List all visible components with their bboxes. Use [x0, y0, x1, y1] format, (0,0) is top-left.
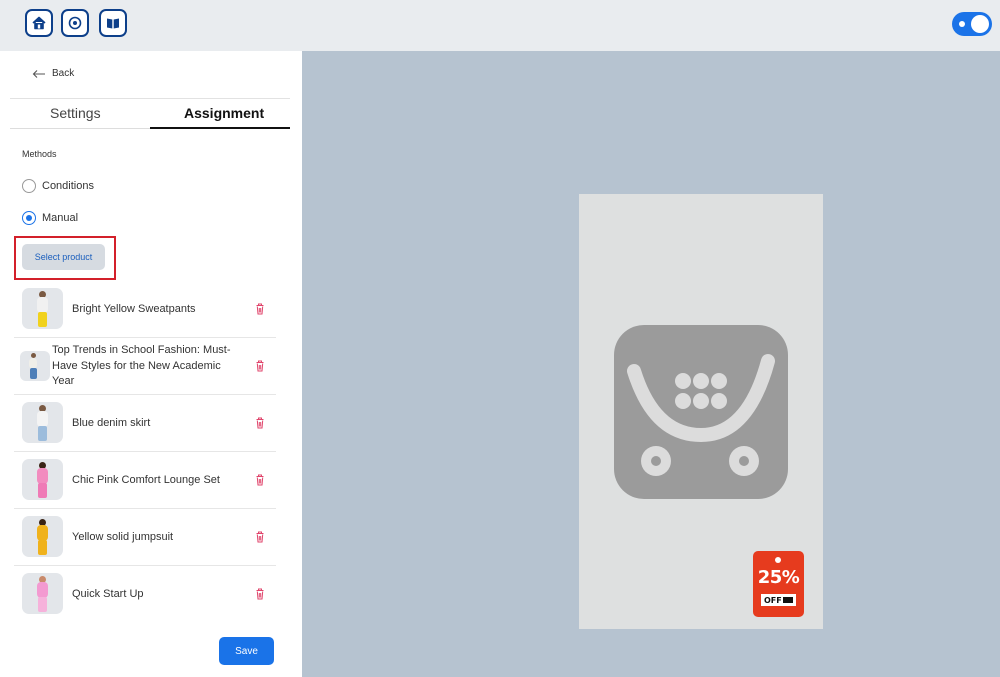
home-button[interactable] — [25, 9, 53, 37]
product-name: Quick Start Up — [72, 587, 144, 600]
product-item: Quick Start Up — [14, 566, 276, 623]
top-bar — [0, 0, 1000, 51]
lines-icon — [783, 597, 793, 603]
product-item: Chic Pink Comfort Lounge Set — [14, 452, 276, 509]
preview-area: 25% OFF — [302, 51, 1000, 677]
product-name: Yellow solid jumpsuit — [72, 530, 174, 543]
product-item: Bright Yellow Sweatpants — [14, 281, 276, 338]
trash-icon[interactable] — [255, 531, 265, 543]
product-item: Blue denim skirt — [14, 395, 276, 452]
select-product-button[interactable]: Select product — [22, 244, 105, 270]
shopping-basket-icon — [614, 325, 788, 499]
discount-badge: 25% OFF — [753, 551, 804, 617]
radio-button[interactable] — [22, 179, 36, 193]
tab-settings[interactable]: Settings — [50, 105, 101, 121]
tabs: Settings Assignment — [10, 99, 290, 129]
trash-icon[interactable] — [255, 360, 265, 372]
product-thumbnail — [22, 573, 63, 614]
product-thumbnail — [20, 351, 50, 381]
settings-icon — [68, 16, 82, 30]
radio-button-selected[interactable] — [22, 211, 36, 225]
tag-hole — [775, 557, 781, 563]
book-icon — [107, 18, 119, 29]
save-button[interactable]: Save — [219, 637, 274, 665]
product-thumbnail — [22, 459, 63, 500]
trash-icon[interactable] — [255, 417, 265, 429]
radio-conditions[interactable]: Conditions — [22, 179, 94, 193]
product-list: Bright Yellow Sweatpants Top Trends in S… — [14, 281, 276, 623]
product-thumbnail — [22, 516, 63, 557]
product-thumbnail — [22, 402, 63, 443]
product-card-preview: 25% OFF — [579, 194, 823, 629]
sidebar: Back Settings Assignment Methods Conditi… — [0, 51, 302, 677]
trash-icon[interactable] — [255, 474, 265, 486]
radio-label: Conditions — [42, 180, 94, 192]
toggle-knob — [971, 15, 989, 33]
trash-icon[interactable] — [255, 303, 265, 315]
product-name: Chic Pink Comfort Lounge Set — [72, 473, 220, 486]
product-item: Yellow solid jumpsuit — [14, 509, 276, 566]
sun-icon — [959, 21, 965, 27]
arrow-left-icon — [32, 69, 45, 78]
docs-button[interactable] — [99, 9, 127, 37]
product-name: Bright Yellow Sweatpants — [72, 302, 196, 315]
discount-off-label: OFF — [761, 594, 796, 606]
settings-button[interactable] — [61, 9, 89, 37]
methods-label: Methods — [22, 149, 57, 159]
product-name: Blue denim skirt — [72, 416, 151, 429]
product-name: Top Trends in School Fashion: Must-Have … — [52, 343, 231, 388]
radio-manual[interactable]: Manual — [22, 211, 78, 225]
product-thumbnail — [22, 288, 63, 329]
off-text: OFF — [764, 595, 782, 605]
active-tab-indicator — [150, 127, 290, 129]
home-icon — [32, 16, 46, 30]
product-item: Top Trends in School Fashion: Must-Have … — [14, 338, 276, 395]
tab-assignment[interactable]: Assignment — [184, 105, 264, 121]
discount-percent: 25% — [757, 567, 800, 588]
theme-toggle[interactable] — [952, 12, 992, 36]
back-label: Back — [52, 68, 75, 79]
radio-label: Manual — [42, 212, 79, 224]
back-link[interactable]: Back — [32, 68, 74, 79]
trash-icon[interactable] — [255, 588, 265, 600]
